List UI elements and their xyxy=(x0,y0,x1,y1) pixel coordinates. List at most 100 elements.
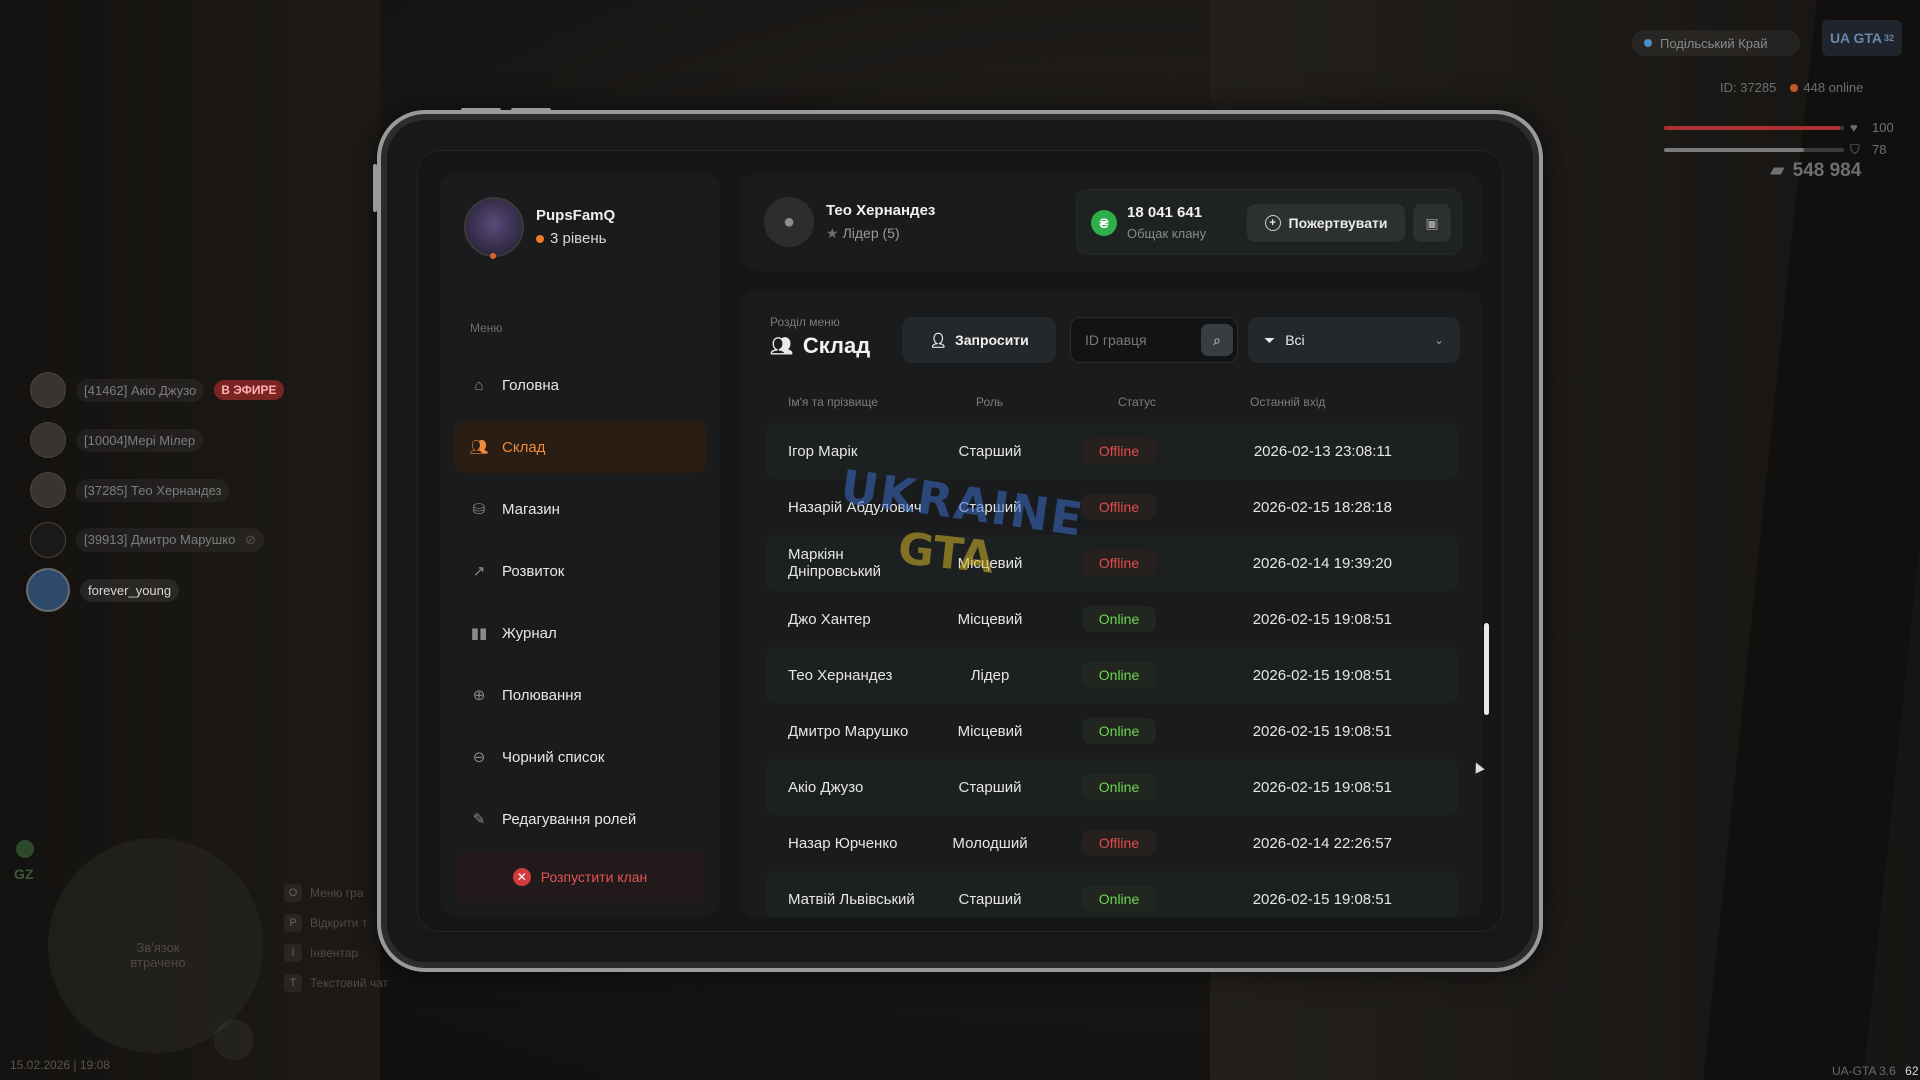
sidebar-item-shop[interactable]: ⛁ Магазин xyxy=(454,483,706,535)
member-name: Назарій Абдулович xyxy=(788,498,922,516)
status-badge: Online xyxy=(1082,718,1156,744)
member-role: Місцевий xyxy=(957,610,1023,628)
member-name: Матвій Львівський xyxy=(788,890,915,908)
member-last-login: 2026-02-14 22:26:57 xyxy=(1252,834,1392,852)
voice-list: [41462] Акіо Джузо В ЭФИРЕ [10004]Мері М… xyxy=(26,372,284,612)
datetime: 15.02.2026 | 19:08 xyxy=(10,1058,110,1072)
version-text: UA-GTA 3.6 xyxy=(1832,1064,1896,1078)
player-id-input[interactable] xyxy=(1085,318,1195,362)
status-badge: Online xyxy=(1082,606,1156,632)
zone-icon xyxy=(16,840,34,858)
sidebar-item-members[interactable]: 👥︎ Склад xyxy=(454,421,706,473)
voice-name: [41462] Акіо Джузо xyxy=(76,378,205,402)
armor-bar-fill xyxy=(1664,148,1805,152)
sidebar-item-journal[interactable]: ▮▮ Журнал xyxy=(454,607,706,659)
hud-location: Подільський Край xyxy=(1632,30,1800,56)
filter-icon: ⏷ xyxy=(1264,331,1276,348)
avatar xyxy=(30,422,66,458)
member-role: Старший xyxy=(958,442,1022,460)
server-logo-text: UA GTA xyxy=(1829,30,1883,46)
user-edit-icon: ✎ xyxy=(472,811,486,828)
sidebar-item-growth[interactable]: ↗ Розвиток xyxy=(454,545,706,597)
leader-role-text: Лідер (5) xyxy=(842,225,900,241)
online-dot-icon xyxy=(1790,84,1799,92)
leader-name: Тео Хернандез xyxy=(826,202,936,219)
profile: PupsFamQ 3 рівень xyxy=(464,197,615,259)
status-badge: Online xyxy=(1082,662,1156,688)
table-row[interactable]: Назарій Абдулович Старший Offline 2026-02-1… xyxy=(766,479,1458,535)
table-row[interactable]: Назар Юрченко Молодший Offline 2026-02-14 2… xyxy=(766,815,1458,871)
journal-icon: ▮▮ xyxy=(470,625,488,642)
star-icon: ★ xyxy=(826,225,839,241)
table-row[interactable]: Тео Хернандез Лідер Online 2026-02-15 19:08… xyxy=(766,647,1458,703)
hint-label: Меню гра xyxy=(310,886,364,900)
mic-muted-icon: ⊘ xyxy=(245,532,257,547)
voice-name: [39913] Дмитро Марушко ⊘ xyxy=(76,528,265,552)
scrollbar-thumb[interactable] xyxy=(1484,623,1489,715)
sidebar-item-home[interactable]: ⌂ Головна xyxy=(454,359,706,411)
sidebar-menu: ⌂ Головна 👥︎ Склад ⛁ Магазин ↗ Розвиток ▮▮ Жу… xyxy=(454,359,706,845)
table-row[interactable]: Маркіян Дніпровський Місцевий Offline 2026-… xyxy=(766,535,1458,591)
minimap-lost-text: Зв'язок втрачено xyxy=(130,940,186,970)
avatar xyxy=(30,472,66,508)
table-row[interactable]: Акіо Джузо Старший Online 2026-02-15 19:08:… xyxy=(766,759,1458,815)
history-button[interactable]: ▣ xyxy=(1413,204,1451,242)
member-last-login: 2026-02-13 23:08:11 xyxy=(1253,442,1392,460)
members-icon: 👥︎ xyxy=(770,335,793,356)
home-icon: ⌂ xyxy=(474,376,484,394)
location-pin-icon xyxy=(1644,39,1652,47)
hud-location-text: Подільський Край xyxy=(1660,35,1768,51)
status-dot xyxy=(490,253,496,259)
growth-chart-icon: ↗ xyxy=(472,563,486,580)
server-logo-badge: 32 xyxy=(1884,33,1895,43)
member-role: Місцевий xyxy=(957,554,1023,572)
crosshair-icon: ⊕ xyxy=(472,687,486,704)
status-badge: Offline xyxy=(1082,438,1156,464)
voice-name: forever_young xyxy=(80,578,180,602)
heart-icon: ♥ xyxy=(1850,120,1858,135)
sidebar-item-hunting[interactable]: ⊕ Полювання xyxy=(454,669,706,721)
tablet-button xyxy=(461,108,501,112)
sidebar-item-label: Редагування ролей xyxy=(502,810,637,828)
tablet-frame: PupsFamQ 3 рівень Меню ⌂ Головна 👥︎ Склад … xyxy=(373,108,1543,972)
donate-button[interactable]: + Пожертвувати xyxy=(1247,204,1405,242)
hint-label: Відкрити т xyxy=(310,916,368,930)
table-row[interactable]: Джо Хантер Місцевий Online 2026-02-15 19:08… xyxy=(766,591,1458,647)
table-row[interactable]: Ігор Марік Старший Offline 2026-02-13 23:08… xyxy=(766,423,1458,479)
status-badge: Offline xyxy=(1082,550,1156,576)
armor-bar xyxy=(1664,148,1844,152)
member-role: Молодший xyxy=(952,834,1028,852)
hint-key: O xyxy=(284,884,302,902)
member-role: Старший xyxy=(958,498,1022,516)
tablet-screen: PupsFamQ 3 рівень Меню ⌂ Головна 👥︎ Склад … xyxy=(417,150,1503,932)
member-role: Місцевий xyxy=(957,722,1023,740)
column-last-login: Останній вхід xyxy=(1250,395,1326,409)
invite-label: Запросити xyxy=(954,332,1029,348)
search-button[interactable]: ⌕ xyxy=(1201,324,1233,356)
avatar xyxy=(464,197,524,259)
invite-button[interactable]: 👤︎ Запросити xyxy=(902,317,1056,363)
hud-money: ▰ 548 984 xyxy=(1770,159,1861,182)
sidebar-item-label: Магазин xyxy=(502,500,560,518)
member-name: Тео Хернандез xyxy=(788,666,893,684)
member-last-login: 2026-02-14 19:39:20 xyxy=(1252,554,1392,572)
hint-label: Текстовий чат xyxy=(310,976,389,990)
members-table: Ігор Марік Старший Offline 2026-02-13 23:08… xyxy=(766,423,1458,917)
disband-clan-button[interactable]: ✕ Розпустити клан xyxy=(454,851,706,903)
zone-label: GZ xyxy=(14,866,34,882)
avatar xyxy=(30,372,66,408)
profile-level: 3 рівень xyxy=(536,230,615,247)
sidebar-item-blacklist[interactable]: ⊖ Чорний список xyxy=(454,731,706,783)
sidebar-item-role-editing[interactable]: ✎ Редагування ролей xyxy=(454,793,706,845)
armor-value: 78 xyxy=(1872,142,1887,157)
role-filter-select[interactable]: ⏷ Всі ⌄ xyxy=(1248,317,1460,363)
status-badge: Online xyxy=(1082,774,1156,800)
hint-key: T xyxy=(284,974,302,992)
add-user-icon: 👤︎ xyxy=(929,331,947,348)
sidebar-item-label: Головна xyxy=(502,376,559,394)
table-row[interactable]: Дмитро Марушко Місцевий Online 2026-02-15 1… xyxy=(766,703,1458,759)
disband-clan-label: Розпустити клан xyxy=(540,869,648,885)
hud-player-id: ID: 37285 xyxy=(1720,80,1777,95)
bank-label: Общак клану xyxy=(1127,226,1207,241)
table-row[interactable]: Матвій Львівський Старший Online 2026-02-15… xyxy=(766,871,1458,917)
